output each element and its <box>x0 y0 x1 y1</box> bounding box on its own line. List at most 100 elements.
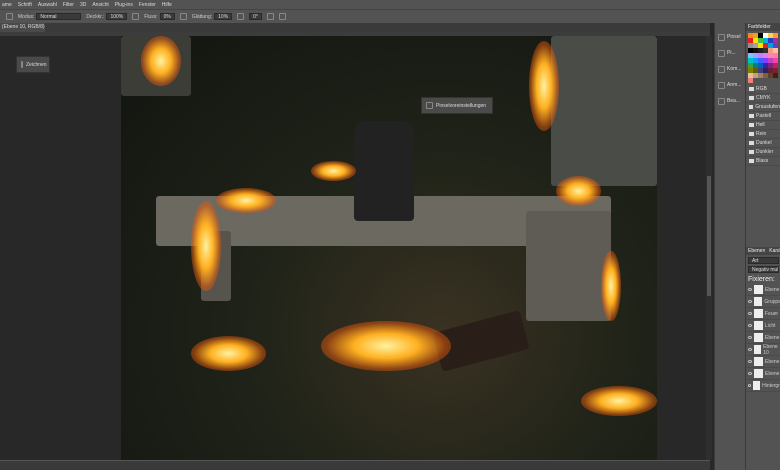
floating-brush-presets-panel[interactable]: Pinselvoreinstellungen <box>421 97 493 114</box>
folder-icon <box>749 159 754 163</box>
menu-item[interactable]: Hilfe <box>162 2 172 8</box>
eye-icon[interactable] <box>748 300 752 303</box>
opacity-field[interactable]: 100% <box>106 13 128 20</box>
swatches-layers-panel: Farbfelder RGB CMYK Graustufen Pastell Hell R… <box>745 23 780 470</box>
layer-thumbnail <box>753 297 763 306</box>
eye-icon[interactable] <box>748 312 752 315</box>
menu-item[interactable]: Schrift <box>18 2 32 8</box>
blend-mode-select[interactable]: Negativ multiplizieren <box>748 266 779 273</box>
angle-field[interactable]: 0° <box>249 13 262 20</box>
lock-label: Fixieren: <box>748 276 775 283</box>
layer-row[interactable]: Ebene <box>746 332 780 344</box>
airbrush-icon[interactable] <box>179 13 187 20</box>
color-swatch[interactable] <box>773 73 778 78</box>
panel-icon-button[interactable]: Bea... <box>715 93 745 109</box>
swatch-folder[interactable]: Pastell <box>746 112 780 121</box>
flame <box>529 41 559 131</box>
smoothing-label: Glättung: <box>191 13 213 20</box>
status-bar <box>0 460 710 470</box>
layer-thumbnail <box>753 345 762 354</box>
layer-row[interactable]: Hintergr. <box>746 380 780 392</box>
swatch-folder[interactable]: Dunkler <box>746 148 780 157</box>
panel-icon-label: Bea... <box>727 98 741 104</box>
vertical-scrollbar[interactable] <box>706 36 712 460</box>
swatch-folder[interactable]: RGB <box>746 85 780 94</box>
folder-icon <box>749 150 754 154</box>
tab-swatches[interactable]: Farbfelder <box>746 23 780 31</box>
eye-icon[interactable] <box>748 360 752 363</box>
folder-icon <box>749 114 754 118</box>
concrete-wall <box>551 36 657 186</box>
menu-item[interactable]: Plug-ins <box>115 2 133 8</box>
eye-icon[interactable] <box>748 288 752 291</box>
flame <box>321 321 451 371</box>
layer-filter[interactable]: Art <box>748 257 779 264</box>
swatch-folders: RGB CMYK Graustufen Pastell Hell Rein Dunkel Du… <box>746 85 780 166</box>
menu-item[interactable]: Fenster <box>139 2 156 8</box>
panel-icon <box>718 33 725 41</box>
eye-icon[interactable] <box>748 324 752 327</box>
swatch-grid <box>746 31 780 85</box>
mode-select[interactable]: Normal <box>36 13 82 20</box>
smoothing-field[interactable]: 10% <box>214 13 233 20</box>
layer-row[interactable]: Ebene 10 <box>746 344 780 356</box>
panel-icon-button[interactable]: Pi... <box>715 45 745 61</box>
menu-item[interactable]: 3D <box>80 2 86 8</box>
document-canvas[interactable] <box>121 36 657 460</box>
swatch-folder[interactable]: Rein <box>746 130 780 139</box>
layer-thumbnail <box>753 381 761 390</box>
menu-item[interactable]: Filter <box>63 2 74 8</box>
panel-icon-label: Pinsel <box>727 34 741 40</box>
swatch-folder[interactable]: Graustufen <box>746 103 780 112</box>
eye-icon[interactable] <box>748 372 752 375</box>
swatch-folder[interactable]: Dunkel <box>746 139 780 148</box>
eye-icon[interactable] <box>748 348 752 351</box>
pressure-size-icon[interactable] <box>266 13 274 20</box>
layer-row[interactable]: Feuer <box>746 308 780 320</box>
pressure-opacity-icon[interactable] <box>132 13 140 20</box>
layer-row[interactable]: Ebene <box>746 356 780 368</box>
layer-row[interactable]: Licht <box>746 320 780 332</box>
bench-leg <box>526 211 611 321</box>
brush-preset-icon[interactable] <box>6 13 13 20</box>
swatch-folder[interactable]: Blass <box>746 157 780 166</box>
flame <box>601 251 621 321</box>
eye-icon[interactable] <box>748 384 752 387</box>
scrollbar-thumb[interactable] <box>707 176 711 296</box>
panel-icon-button[interactable]: Anm... <box>715 77 745 93</box>
eye-icon[interactable] <box>748 336 752 339</box>
folder-icon <box>749 105 754 109</box>
document-tab[interactable]: (Ebene 10, RGB/8) * <box>0 23 45 39</box>
menu-item[interactable]: Ansicht <box>92 2 108 8</box>
panel-icon <box>718 97 725 105</box>
panel-icon-button[interactable]: Pinsel <box>715 29 745 45</box>
panel-icon-button[interactable]: Kom... <box>715 61 745 77</box>
layer-name: Hintergr. <box>762 382 780 389</box>
panel-icon-label: Kom... <box>727 66 742 72</box>
color-swatch[interactable] <box>748 78 753 83</box>
layer-name: Ebene <box>765 286 780 293</box>
layer-row[interactable]: Ebene <box>746 284 780 296</box>
menu-item[interactable]: ame <box>2 2 12 8</box>
tab-channels[interactable]: Kanäle <box>769 247 780 255</box>
gear-icon[interactable] <box>237 13 245 20</box>
symmetry-icon[interactable] <box>278 13 286 20</box>
panel-icon <box>718 65 725 73</box>
swatch-folder[interactable]: Hell <box>746 121 780 130</box>
floating-draw-panel[interactable]: Zeichnen <box>16 56 50 73</box>
layer-row[interactable]: Ebene <box>746 368 780 380</box>
flow-field[interactable]: 0% <box>159 13 175 20</box>
options-bar: Modus: Normal Deckkr.: 100% Fluss: 0% Glätt… <box>0 9 780 23</box>
opacity-label: Deckkr.: <box>86 13 105 20</box>
layer-row[interactable]: Gruppe <box>746 296 780 308</box>
folder-icon <box>749 96 754 100</box>
flame <box>311 161 356 181</box>
swatch-folder[interactable]: CMYK <box>746 94 780 103</box>
layers-list: Ebene Gruppe Feuer Licht Ebene Ebene 10 Ebene E… <box>746 284 780 392</box>
panel-icon-label: Pi... <box>727 50 736 56</box>
menu-item[interactable]: Auswahl <box>38 2 57 8</box>
folder-label: Rein <box>756 131 767 137</box>
tab-layers[interactable]: Ebenen <box>748 247 765 255</box>
layer-name: Licht <box>765 322 776 329</box>
folder-label: Dunkler <box>756 149 774 155</box>
